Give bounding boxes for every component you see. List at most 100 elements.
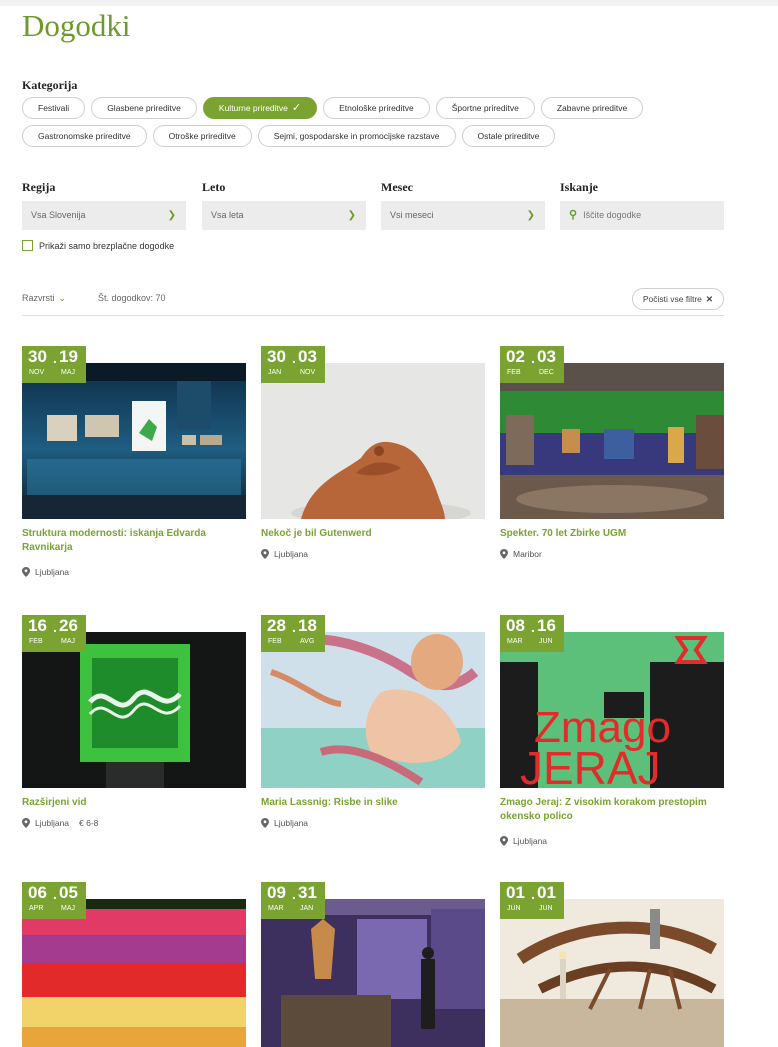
chevron-down-icon: ⌄ [58,293,67,303]
year-select[interactable]: Vsa leta ❯ [202,201,366,230]
chip-otroske[interactable]: Otroške prireditve [152,125,252,147]
date-badge: 30. 03 JAN NOV [261,346,325,383]
start-day: 09 [267,883,286,902]
end-day: 26 [59,616,78,635]
start-day: 08 [506,616,525,635]
reset-label: Počisti vse filtre [642,294,702,304]
start-day: 01 [506,883,525,902]
chip-zabavne[interactable]: Zabavne prireditve [540,97,644,119]
event-image[interactable] [261,363,485,519]
end-month: MAJ [61,638,75,645]
location-text: Ljubljana [274,549,309,559]
event-location: Maribor [500,549,542,559]
chip-ostale[interactable]: Ostale prireditve [461,125,556,147]
start-month: FEB [29,638,43,645]
end-day: 18 [298,616,317,635]
start-month: JAN [268,369,282,376]
date-separator: . [53,350,57,366]
event-title[interactable]: Nekoč je bil Gutenwerd [261,527,485,541]
date-badge: 01. 01 JUN JUN [500,882,564,919]
location-pin-icon [261,549,269,559]
chip-label: Ostale prireditve [477,131,540,141]
event-image[interactable] [261,632,485,788]
event-location: Ljubljana [261,549,308,559]
location-pin-icon [22,818,30,828]
month-value: Vsi meseci [390,210,434,220]
chip-glasbene[interactable]: Glasbene prireditve [91,97,197,119]
end-month: JUN [539,905,553,912]
chip-gastronomske[interactable]: Gastronomske prireditve [22,125,147,147]
results-toolbar: Razvrsti ⌄ Št. dogodkov: 70 Počisti vse f… [22,288,724,316]
event-title[interactable]: Razširjeni vid [22,796,246,810]
start-month: APR [29,905,44,912]
location-pin-icon [22,567,30,577]
sort-label: Razvrsti [22,293,55,303]
date-badge: 09. 31 MAR JAN [261,882,325,919]
chip-label: Sejmi, gospodarske in promocijske razsta… [273,131,440,141]
chip-label: Športne prireditve [451,103,519,113]
chip-label: Kulturne prireditve [218,103,288,113]
start-day: 16 [28,616,47,635]
year-value: Vsa leta [211,210,244,220]
start-month: MAR [268,905,284,912]
date-separator: . [53,886,57,902]
start-month: FEB [268,638,282,645]
event-location: Ljubljana € 6-8 [22,818,98,828]
sort-dropdown[interactable]: Razvrsti ⌄ [22,293,66,304]
chip-etnoloske[interactable]: Etnološke prireditve [323,97,430,119]
search-placeholder: Iščite dogodke [583,210,642,220]
chip-sejmi[interactable]: Sejmi, gospodarske in promocijske razsta… [257,125,456,147]
chip-sportne[interactable]: Športne prireditve [435,97,535,119]
end-day: 01 [537,883,556,902]
free-only-label: Prikaži samo brezplačne dogodke [39,240,175,251]
event-title[interactable]: Maria Lassnig: Risbe in slike [261,796,485,810]
date-separator: . [292,886,296,902]
date-badge: 06. 05 APR MAJ [22,882,86,919]
date-separator: . [531,350,535,366]
event-image[interactable] [500,899,724,1047]
start-day: 06 [28,883,47,902]
top-divider [0,0,778,6]
date-separator: . [53,619,57,635]
month-label: Mesec [381,180,413,194]
end-day: 16 [537,616,556,635]
event-image[interactable] [22,899,246,1047]
checkbox-box[interactable] [22,240,33,251]
start-month: FEB [507,369,521,376]
start-day: 28 [267,616,286,635]
date-separator: . [531,886,535,902]
end-month: MAJ [61,369,75,376]
date-badge: 30. 19 NOV MAJ [22,346,86,383]
end-day: 19 [59,347,78,366]
event-title[interactable]: Struktura modernosti: iskanja Edvarda Ra… [22,527,246,555]
end-day: 31 [298,883,317,902]
event-image[interactable] [22,363,246,519]
page-title: Dogodki [22,8,131,43]
search-input[interactable]: ⚲ Iščite dogodke [560,201,724,230]
event-title[interactable]: Zmago Jeraj: Z visokim korakom prestopim… [500,796,724,824]
event-image[interactable]: Zmago JERAJ [500,632,724,788]
end-month: AVG [300,638,315,645]
event-title[interactable]: Spekter. 70 let Zbirke UGM [500,527,724,541]
date-badge: 08. 16 MAR JUN [500,615,564,652]
chip-label: Etnološke prireditve [339,103,414,113]
start-day: 30 [28,347,47,366]
event-image[interactable] [261,899,485,1047]
chip-label: Festivali [38,103,70,113]
chip-label: Zabavne prireditve [556,103,628,113]
free-only-checkbox[interactable]: Prikaži samo brezplačne dogodke [22,240,174,251]
chip-festivali[interactable]: Festivali [22,97,86,119]
chip-kulturne[interactable]: Kulturne prireditve ✓ [202,97,318,119]
event-image[interactable] [22,632,246,788]
chip-label: Glasbene prireditve [107,103,181,113]
location-text: Ljubljana [274,818,309,828]
region-select[interactable]: Vsa Slovenija ❯ [22,201,186,230]
date-badge: 02. 03 FEB DEC [500,346,564,383]
event-image[interactable] [500,363,724,519]
month-select[interactable]: Vsi meseci ❯ [381,201,545,230]
reset-filters-button[interactable]: Počisti vse filtre ✕ [631,288,724,310]
event-location: Ljubljana [500,836,547,846]
start-month: JUN [507,905,521,912]
start-day: 02 [506,347,525,366]
chip-label: Gastronomske prireditve [38,131,131,141]
